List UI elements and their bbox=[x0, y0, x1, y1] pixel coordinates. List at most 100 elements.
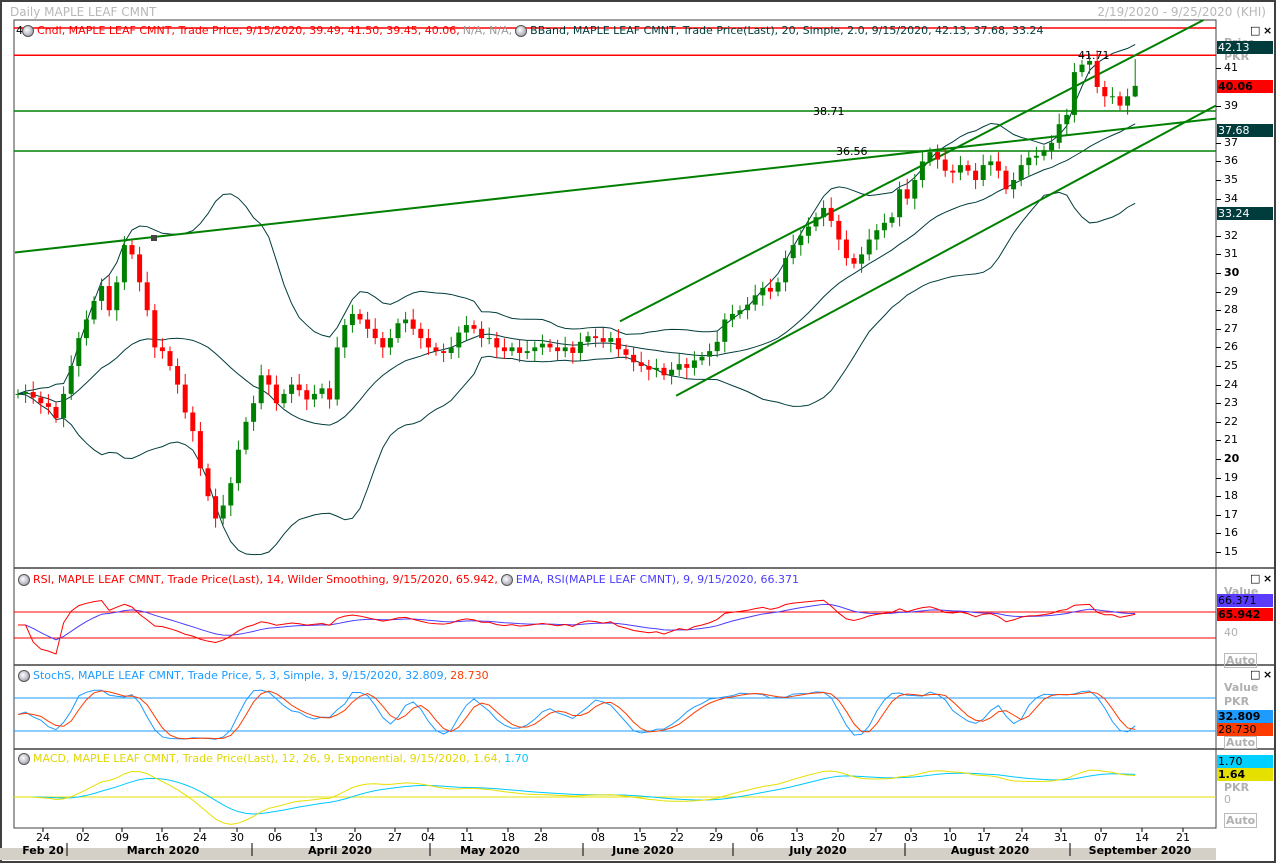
candle-body bbox=[859, 254, 865, 264]
clock-icon[interactable] bbox=[18, 752, 30, 765]
macd-value-box: 1.64 bbox=[1217, 768, 1273, 781]
date-tick-label: 10 bbox=[943, 831, 957, 844]
close-pane-button[interactable]: × bbox=[1263, 24, 1272, 37]
candle-legend[interactable]: Cndl, MAPLE LEAF CMNT, Trade Price, 9/15… bbox=[37, 24, 460, 37]
rsi-value-box: 65.942 bbox=[1217, 608, 1273, 621]
candle-body bbox=[281, 393, 287, 404]
candle-body bbox=[669, 369, 675, 376]
price-tick-label: 31 bbox=[1224, 247, 1238, 261]
candle-body bbox=[471, 325, 477, 329]
date-tick-label: 06 bbox=[268, 831, 282, 844]
candle-body bbox=[23, 392, 29, 394]
price-tick-label: 24 bbox=[1224, 377, 1238, 391]
candle-body bbox=[197, 431, 203, 469]
candle-body bbox=[258, 375, 264, 404]
price-tick-label: 39 bbox=[1224, 98, 1238, 112]
month-label: May 2020 bbox=[460, 844, 520, 857]
candle-body bbox=[562, 347, 568, 352]
candle-body bbox=[1041, 150, 1047, 156]
price-tick bbox=[1216, 496, 1221, 498]
maximize-pane-button[interactable]: □ bbox=[1250, 24, 1260, 37]
stoch-d-value-box: 28.730 bbox=[1217, 723, 1273, 736]
candle-body bbox=[425, 338, 431, 348]
price-tick bbox=[1216, 254, 1221, 256]
maximize-pane-button[interactable]: □ bbox=[1250, 572, 1260, 585]
macd-tick: 0 bbox=[1224, 793, 1231, 806]
candle-body bbox=[973, 170, 979, 180]
candle-body bbox=[175, 366, 181, 385]
price-tick-label: 27 bbox=[1224, 321, 1238, 335]
candle-body bbox=[304, 390, 310, 400]
macd-legend-text[interactable]: MACD, MAPLE LEAF CMNT, Trade Price(Last)… bbox=[33, 752, 501, 765]
clock-icon[interactable] bbox=[515, 24, 528, 37]
candle-body bbox=[91, 300, 97, 320]
date-tick-label: 24 bbox=[36, 831, 50, 844]
candle-body bbox=[1109, 96, 1115, 98]
date-tick-label: 04 bbox=[421, 831, 435, 844]
close-pane-button[interactable]: × bbox=[1263, 572, 1272, 585]
candle-body bbox=[646, 366, 652, 370]
candle-body bbox=[1026, 157, 1032, 166]
price-tick bbox=[1216, 161, 1221, 163]
maximize-pane-button[interactable]: □ bbox=[1250, 668, 1260, 681]
clock-icon[interactable] bbox=[22, 24, 34, 37]
rsi-ema-value-box: 66.371 bbox=[1217, 594, 1273, 607]
candle-body bbox=[243, 421, 249, 450]
close-pane-button[interactable]: × bbox=[1263, 668, 1272, 681]
candle-body bbox=[965, 165, 971, 171]
candle-body bbox=[798, 235, 804, 246]
candle-body bbox=[942, 159, 948, 171]
date-tick-label: 17 bbox=[977, 831, 991, 844]
candle-body bbox=[919, 161, 925, 180]
horizontal-line-label: 36.56 bbox=[836, 145, 868, 158]
rsi-legend-text[interactable]: RSI, MAPLE LEAF CMNT, Trade Price(Last),… bbox=[33, 573, 498, 586]
chart-canvas[interactable]: 41.71 38.71 36.56 bbox=[0, 0, 1276, 863]
macd-signal-value: 1.70 bbox=[504, 752, 529, 765]
price-tick bbox=[1216, 310, 1221, 312]
date-tick-label: 29 bbox=[709, 831, 723, 844]
candle-body bbox=[501, 347, 507, 352]
rsi-auto-button[interactable]: Auto bbox=[1224, 653, 1258, 668]
date-tick-label: 27 bbox=[388, 831, 402, 844]
date-tick-label: 28 bbox=[534, 831, 548, 844]
candle-body bbox=[441, 351, 447, 353]
candle-body bbox=[448, 347, 454, 353]
clock-icon[interactable] bbox=[18, 669, 30, 682]
candle-body bbox=[524, 351, 530, 353]
price-tick bbox=[1216, 291, 1221, 293]
date-tick-label: 21 bbox=[1176, 831, 1190, 844]
candle-body bbox=[813, 217, 819, 227]
price-tick bbox=[1216, 421, 1221, 423]
stoch-legend-text[interactable]: StochS, MAPLE LEAF CMNT, Trade Price, 5,… bbox=[33, 669, 447, 682]
candle-body bbox=[836, 220, 842, 240]
candle bbox=[205, 463, 211, 501]
candle-body bbox=[699, 356, 705, 361]
clock-icon[interactable] bbox=[18, 573, 30, 586]
candle-body bbox=[1087, 60, 1093, 65]
candle-body bbox=[935, 152, 941, 160]
macd-auto-button[interactable]: Auto bbox=[1224, 813, 1258, 828]
candle-body bbox=[45, 403, 51, 407]
price-tick bbox=[1216, 273, 1221, 274]
bband-legend[interactable]: BBand, MAPLE LEAF CMNT, Trade Price(Last… bbox=[530, 24, 1043, 37]
price-tick bbox=[1216, 328, 1221, 330]
price-tick-label: 41 bbox=[1224, 61, 1238, 75]
candle-body bbox=[213, 496, 219, 519]
price-tick-label: 26 bbox=[1224, 340, 1238, 354]
stoch-auto-button[interactable]: Auto bbox=[1224, 736, 1258, 749]
candle-body bbox=[433, 347, 439, 352]
macd-signal-value-box: 1.70 bbox=[1217, 755, 1273, 768]
candle-body bbox=[828, 207, 834, 221]
stoch-axis-header: Value bbox=[1224, 681, 1259, 694]
candle-body bbox=[532, 347, 538, 352]
candle-body bbox=[1033, 155, 1039, 158]
candle-body bbox=[1018, 165, 1024, 180]
clock-icon[interactable] bbox=[500, 573, 513, 586]
price-tick-label: 35 bbox=[1224, 173, 1238, 186]
candle-body bbox=[676, 364, 682, 370]
candle-body bbox=[851, 258, 857, 264]
candle-body bbox=[988, 161, 994, 166]
ema-legend-text[interactable]: EMA, RSI(MAPLE LEAF CMNT), 9, 9/15/2020,… bbox=[516, 573, 799, 586]
candle-body bbox=[144, 282, 150, 311]
candle bbox=[243, 417, 249, 455]
